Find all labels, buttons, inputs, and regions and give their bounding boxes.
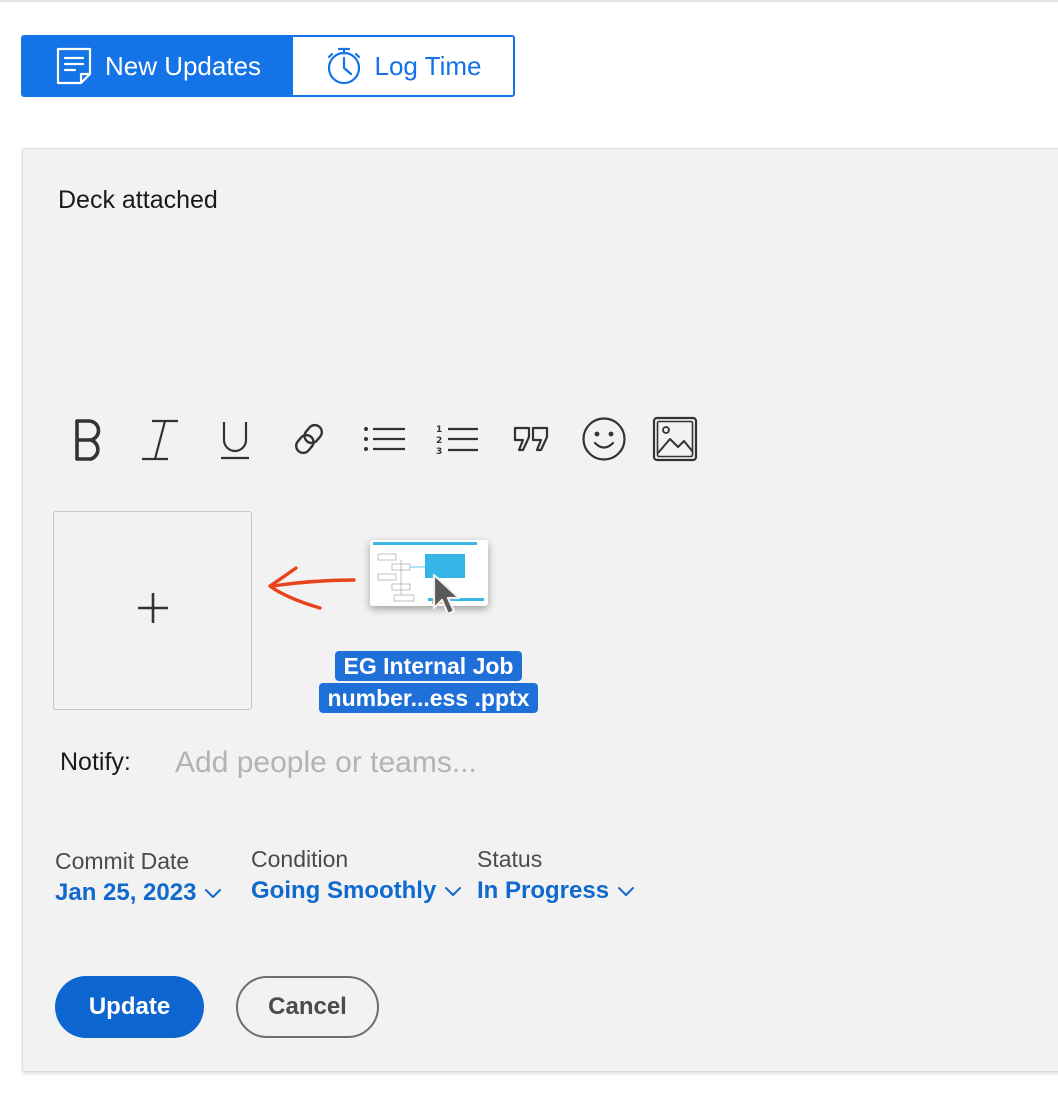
condition-value: Going Smoothly xyxy=(251,877,437,904)
file-name-line-1: EG Internal Job xyxy=(334,651,523,681)
mouse-pointer-icon xyxy=(430,572,464,623)
commit-date-dropdown[interactable]: Jan 25, 2023 xyxy=(55,879,222,907)
image-icon xyxy=(652,416,698,462)
link-icon xyxy=(289,416,329,462)
dragged-file-name: EG Internal Job number...ess .pptx xyxy=(307,650,550,714)
status-field: Status In Progress xyxy=(477,846,635,905)
plus-icon xyxy=(136,591,170,630)
bold-icon xyxy=(67,416,107,462)
note-icon xyxy=(55,46,93,86)
add-attachment-button[interactable] xyxy=(53,511,252,710)
tab-new-updates[interactable]: New Updates xyxy=(23,37,293,95)
bold-button[interactable] xyxy=(60,412,114,466)
slide-preview-icon xyxy=(370,540,488,606)
italic-button[interactable] xyxy=(133,412,187,466)
dragged-file-thumbnail[interactable] xyxy=(370,540,488,606)
tab-new-updates-label: New Updates xyxy=(104,50,262,81)
italic-icon xyxy=(140,416,180,462)
formatting-toolbar: 1 2 3 xyxy=(60,412,710,466)
chevron-down-icon xyxy=(204,879,222,907)
bulleted-list-button[interactable] xyxy=(357,412,411,466)
chevron-down-icon xyxy=(444,877,462,905)
notify-label: Notify: xyxy=(60,748,131,776)
numbered-list-button[interactable]: 1 2 3 xyxy=(430,412,484,466)
status-label: Status xyxy=(477,846,543,872)
underline-button[interactable] xyxy=(208,412,262,466)
cancel-button[interactable]: Cancel xyxy=(236,976,379,1038)
commit-date-label: Commit Date xyxy=(55,848,190,874)
smiley-icon xyxy=(581,416,627,462)
emoji-button[interactable] xyxy=(577,412,631,466)
update-mode-tabs: New Updates Log Time xyxy=(21,35,515,97)
underline-icon xyxy=(217,416,253,462)
notify-people-input[interactable] xyxy=(175,740,655,786)
quote-button[interactable] xyxy=(505,412,559,466)
tab-log-time[interactable]: Log Time xyxy=(293,37,513,95)
top-divider xyxy=(0,0,1058,2)
quote-icon xyxy=(512,419,552,459)
link-button[interactable] xyxy=(282,412,336,466)
annotation-arrow-icon xyxy=(262,560,362,621)
update-button[interactable]: Update xyxy=(55,976,204,1038)
commit-date-field: Commit Date Jan 25, 2023 xyxy=(55,848,222,907)
svg-text:1: 1 xyxy=(436,425,442,435)
tab-log-time-label: Log Time xyxy=(374,50,482,81)
insert-image-button[interactable] xyxy=(648,412,702,466)
condition-dropdown[interactable]: Going Smoothly xyxy=(251,877,462,905)
svg-text:3: 3 xyxy=(436,447,442,457)
numbered-list-icon: 1 2 3 xyxy=(434,419,480,459)
status-value: In Progress xyxy=(477,877,610,904)
file-name-line-2: number...ess .pptx xyxy=(318,683,539,713)
chevron-down-icon xyxy=(617,877,635,905)
condition-label: Condition xyxy=(251,846,349,872)
condition-field: Condition Going Smoothly xyxy=(251,846,462,905)
commit-date-value: Jan 25, 2023 xyxy=(55,879,197,906)
svg-text:2: 2 xyxy=(436,436,442,446)
stopwatch-icon xyxy=(325,46,363,86)
update-editor-text[interactable]: Deck attached xyxy=(58,186,218,215)
status-dropdown[interactable]: In Progress xyxy=(477,877,635,905)
bulleted-list-icon xyxy=(361,419,407,459)
